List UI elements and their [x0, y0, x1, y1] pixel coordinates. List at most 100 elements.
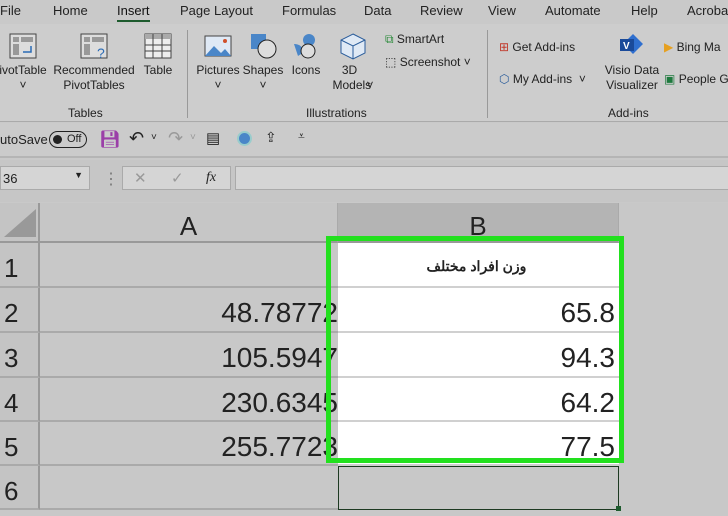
my-addins-icon: ⬡: [499, 72, 510, 86]
group-divider: [187, 30, 188, 118]
visio-icon: V: [620, 34, 643, 54]
fill-handle[interactable]: [616, 506, 621, 511]
screenshot-label: Screenshot: [399, 55, 461, 69]
shapes-icon: [251, 34, 277, 59]
formula-buttons: ✕ ✓ fx: [122, 166, 231, 190]
table-button[interactable]: Table: [140, 32, 176, 78]
pictures-button[interactable]: Pictures ˅: [196, 32, 240, 93]
get-addins-button[interactable]: ⊞ Get Add-ins: [499, 40, 575, 55]
redo-icon[interactable]: ↷: [168, 128, 183, 149]
svg-text:V: V: [623, 41, 630, 52]
get-addins-icon: ⊞: [499, 40, 510, 54]
record-icon[interactable]: [237, 131, 252, 146]
formula-input[interactable]: [235, 166, 728, 190]
pictures-label: Pictures: [196, 63, 240, 77]
ribbon: ivotTable ˅ ? Recommended PivotTables Tab…: [0, 24, 728, 122]
get-addins-label: Get Add-ins: [512, 40, 576, 54]
name-box-value: 36: [3, 171, 18, 186]
recommended-pivottables-icon: ?: [80, 33, 108, 60]
save-icon[interactable]: 💾︎: [99, 130, 121, 150]
tab-insert[interactable]: Insert: [117, 3, 150, 22]
screenshot-button[interactable]: ⬚ Screenshot ˅: [385, 55, 471, 70]
shapes-label: Shapes: [242, 63, 284, 77]
tab-file[interactable]: File: [0, 3, 21, 18]
undo-dropdown-icon[interactable]: ˅: [151, 132, 157, 143]
select-all-button[interactable]: [0, 203, 40, 243]
cell-a5[interactable]: 255.7723: [40, 422, 338, 466]
tab-review[interactable]: Review: [420, 3, 463, 18]
recommended-pivottables-label: Recommended PivotTables: [53, 63, 135, 92]
svg-text:?: ?: [97, 45, 105, 60]
my-addins-label: My Add-ins: [512, 72, 573, 86]
tables-group-label: Tables: [68, 106, 103, 120]
spreadsheet-grid: A B 1 2 3 4 5 6 48.78772 105.5947 230.63…: [0, 203, 728, 516]
tab-automate[interactable]: Automate: [545, 3, 601, 18]
3d-models-icon: [340, 33, 366, 60]
row-header-4[interactable]: 4: [0, 378, 40, 422]
row-header-1[interactable]: 1: [0, 243, 40, 288]
smartart-icon: ⧉: [385, 32, 394, 46]
pivottable-label: ivotTable: [0, 63, 47, 77]
addins-group-label: Add-ins: [608, 106, 649, 120]
redo-dropdown-icon[interactable]: ˅: [190, 132, 196, 143]
cell-a3[interactable]: 105.5947: [40, 333, 338, 378]
people-graph-button[interactable]: ▣ People G: [664, 72, 728, 87]
name-box[interactable]: 36 ▼: [0, 166, 90, 190]
3d-models-button[interactable]: 3D Models˅: [326, 32, 380, 93]
cell-a1[interactable]: [40, 243, 338, 288]
enter-icon[interactable]: ✓: [171, 169, 184, 187]
my-addins-button[interactable]: ⬡ My Add-ins ˅: [499, 72, 586, 87]
row-header-3[interactable]: 3: [0, 333, 40, 378]
customize-qat-icon[interactable]: ⩡: [298, 129, 305, 144]
group-divider: [487, 30, 488, 118]
column-header-a[interactable]: A: [40, 203, 338, 243]
chevron-down-icon: ▼: [74, 170, 83, 180]
autosave-toggle-label: Off: [67, 133, 82, 145]
accessibility-icon[interactable]: ▤: [206, 129, 220, 147]
tab-page-layout[interactable]: Page Layout: [180, 3, 253, 18]
table-label: Table: [143, 63, 173, 77]
quick-access-toolbar: utoSave Off 💾︎ ↶ ˅ ↷ ˅ ▤ ⇪ ⩡: [0, 123, 728, 158]
undo-icon[interactable]: ↶: [129, 128, 144, 149]
tab-acrobat[interactable]: Acroba: [687, 3, 728, 18]
table-icon: [144, 33, 172, 59]
icons-icon: [294, 34, 316, 59]
3d-models-label: 3D Models: [332, 63, 372, 92]
formula-bar: 36 ▼ ⋮ ✕ ✓ fx: [0, 160, 728, 202]
cell-a2[interactable]: 48.78772: [40, 288, 338, 333]
autosave-toggle[interactable]: Off: [49, 131, 87, 148]
insert-function-button[interactable]: fx: [206, 170, 216, 186]
illustrations-group-label: Illustrations: [306, 106, 367, 120]
visio-data-visualizer-button[interactable]: V Visio Data Visualizer: [603, 32, 661, 93]
highlight-box: [326, 236, 624, 463]
people-graph-label: People G: [678, 72, 728, 86]
screenshot-icon: ⬚: [385, 55, 397, 69]
icons-button[interactable]: Icons: [288, 32, 324, 78]
bing-maps-button[interactable]: ▶ Bing Ma: [664, 40, 721, 55]
tab-help[interactable]: Help: [631, 3, 658, 18]
people-graph-icon: ▣: [664, 72, 676, 86]
share-icon[interactable]: ⇪: [265, 129, 277, 146]
smartart-button[interactable]: ⧉ SmartArt: [385, 32, 444, 47]
row-header-2[interactable]: 2: [0, 288, 40, 333]
smartart-label: SmartArt: [396, 32, 445, 46]
tab-data[interactable]: Data: [364, 3, 391, 18]
cell-a4[interactable]: 230.6345: [40, 378, 338, 422]
cancel-icon[interactable]: ✕: [134, 169, 147, 187]
pivottable-icon: [9, 33, 37, 59]
recommended-pivottables-button[interactable]: ? Recommended PivotTables: [52, 32, 136, 93]
visio-label: Visio Data Visualizer: [604, 63, 660, 92]
tab-formulas[interactable]: Formulas: [282, 3, 336, 18]
bing-icon: ▶: [664, 40, 674, 54]
row-header-5[interactable]: 5: [0, 422, 40, 466]
shapes-button[interactable]: Shapes ˅: [242, 32, 284, 93]
icons-label: Icons: [291, 63, 321, 77]
pivottable-button[interactable]: ivotTable ˅: [0, 32, 50, 93]
tab-view[interactable]: View: [488, 3, 516, 18]
bing-label: Bing Ma: [676, 40, 721, 54]
cell-a6[interactable]: [40, 466, 338, 510]
cell-b6[interactable]: [338, 466, 619, 510]
select-all-icon: [4, 209, 36, 237]
row-header-6[interactable]: 6: [0, 466, 40, 510]
tab-home[interactable]: Home: [53, 3, 88, 18]
